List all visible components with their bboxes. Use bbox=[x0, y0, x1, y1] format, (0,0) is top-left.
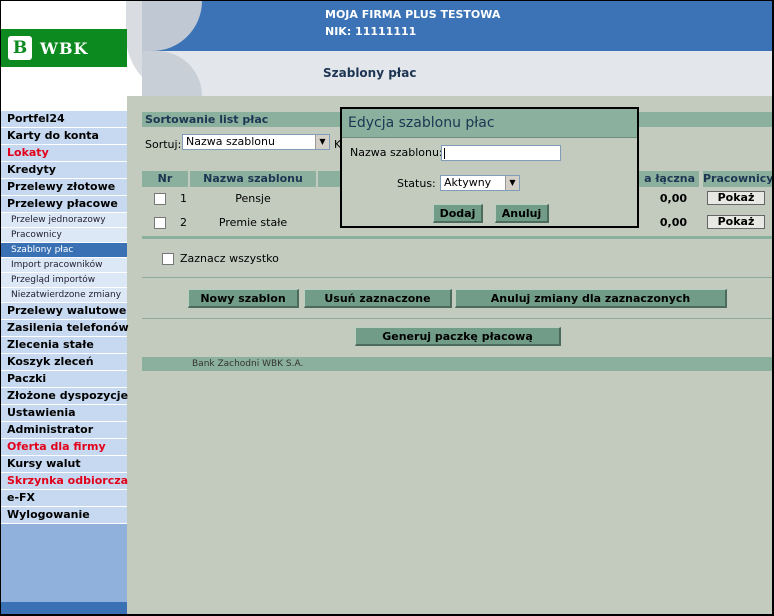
sidebar: Portfel24 Karty do konta Lokaty Kredyty … bbox=[1, 96, 129, 614]
cancel-changes-button[interactable]: Anuluj zmiany dla zaznaczonych bbox=[455, 289, 727, 308]
sidebar-subitem-import-pracownikow[interactable]: Import pracowników bbox=[1, 258, 127, 273]
sidebar-item-portfel24[interactable]: Portfel24 bbox=[1, 111, 127, 128]
sidebar-item-przelewy-placowe[interactable]: Przelewy płacowe bbox=[1, 196, 127, 213]
row-amount: 0,00 bbox=[659, 216, 687, 229]
sidebar-item-oferta-dla-firmy[interactable]: Oferta dla firmy bbox=[1, 439, 127, 456]
sidebar-subitem-niezatwierdzone-zmiany[interactable]: Niezatwierdzone zmiany bbox=[1, 288, 127, 303]
bank-logo[interactable]: B WBK bbox=[1, 29, 127, 67]
delete-selected-button[interactable]: Usuń zaznaczone bbox=[304, 289, 452, 308]
row-template-name: Premie stałe bbox=[218, 216, 288, 229]
row-amount: 0,00 bbox=[659, 192, 687, 205]
column-header-employees: Pracownicy bbox=[703, 171, 772, 187]
sidebar-spacer bbox=[1, 96, 127, 111]
dialog-title: Edycja szablonu płac bbox=[342, 109, 637, 138]
divider bbox=[142, 318, 772, 319]
header-subbar: Szablony płac bbox=[142, 51, 772, 96]
divider bbox=[142, 236, 772, 239]
row-nr: 2 bbox=[180, 216, 187, 229]
column-header-amount: a łączna bbox=[639, 171, 699, 187]
new-template-button[interactable]: Nowy szablon bbox=[188, 289, 299, 308]
sidebar-item-paczki[interactable]: Paczki bbox=[1, 371, 127, 388]
add-button[interactable]: Dodaj bbox=[433, 204, 483, 223]
divider bbox=[142, 277, 772, 278]
chevron-down-icon[interactable]: ▼ bbox=[505, 176, 519, 190]
sidebar-item-ustawienia[interactable]: Ustawienia bbox=[1, 405, 127, 422]
sidebar-item-wylogowanie[interactable]: Wylogowanie bbox=[1, 507, 127, 524]
sidebar-item-kursy-walut[interactable]: Kursy walut bbox=[1, 456, 127, 473]
show-employees-button[interactable]: Pokaż bbox=[707, 215, 765, 229]
row-nr: 1 bbox=[180, 192, 187, 205]
cancel-button[interactable]: Anuluj bbox=[495, 204, 549, 223]
template-name-input[interactable] bbox=[441, 145, 561, 161]
column-header-nr: Nr bbox=[142, 171, 188, 187]
text-caret bbox=[444, 148, 445, 159]
select-all-label: Zaznacz wszystko bbox=[180, 252, 279, 265]
row-checkbox[interactable] bbox=[154, 217, 166, 229]
status-select[interactable]: Aktywny ▼ bbox=[440, 175, 520, 191]
sidebar-item-administrator[interactable]: Administrator bbox=[1, 422, 127, 439]
sidebar-item-skrzynka-odbiorcza[interactable]: Skrzynka odbiorcza bbox=[1, 473, 128, 490]
sidebar-item-lokaty[interactable]: Lokaty bbox=[1, 145, 127, 162]
sidebar-item-efx[interactable]: e-FX bbox=[1, 490, 127, 507]
company-name: MOJA FIRMA PLUS TESTOWA bbox=[325, 8, 501, 21]
sidebar-item-karty[interactable]: Karty do konta bbox=[1, 128, 127, 145]
sidebar-item-przelewy-zlotowe[interactable]: Przelewy złotowe bbox=[1, 179, 127, 196]
header-bar: MOJA FIRMA PLUS TESTOWA NIK: 11111111 ? bbox=[142, 1, 772, 51]
sidebar-item-zlecenia-stale[interactable]: Zlecenia stałe bbox=[1, 337, 127, 354]
browser-frame: B WBK MOJA FIRMA PLUS TESTOWA NIK: 11111… bbox=[1, 1, 772, 614]
sidebar-subitem-pracownicy[interactable]: Pracownicy bbox=[1, 228, 127, 243]
row-checkbox[interactable] bbox=[154, 193, 166, 205]
header-arc bbox=[142, 1, 202, 51]
sidebar-item-przelewy-walutowe[interactable]: Przelewy walutowe bbox=[1, 303, 127, 320]
logo-mark-icon: B bbox=[8, 36, 32, 60]
company-nik: NIK: 11111111 bbox=[325, 25, 417, 38]
select-all-checkbox[interactable] bbox=[162, 253, 174, 265]
template-name-label: Nazwa szablonu: bbox=[350, 146, 443, 159]
logo-text: WBK bbox=[40, 38, 89, 58]
status-select-value: Aktywny bbox=[444, 176, 492, 189]
sort-select-value: Nazwa szablonu bbox=[186, 135, 275, 148]
sidebar-item-kredyty[interactable]: Kredyty bbox=[1, 162, 127, 179]
chevron-down-icon[interactable]: ▼ bbox=[315, 135, 329, 149]
generate-package-button[interactable]: Generuj paczkę płacową bbox=[355, 327, 561, 346]
sidebar-subitem-przelew-jednorazowy[interactable]: Przelew jednorazowy bbox=[1, 213, 127, 228]
header-arc-lower bbox=[142, 51, 202, 96]
page-title: Szablony płac bbox=[323, 66, 417, 80]
row-template-name: Pensje bbox=[235, 192, 271, 205]
edit-template-dialog: Edycja szablonu płac Nazwa szablonu: Sta… bbox=[340, 107, 639, 228]
sort-select[interactable]: Nazwa szablonu ▼ bbox=[182, 134, 330, 150]
status-label: Status: bbox=[397, 177, 436, 190]
sort-label: Sortuj: bbox=[145, 138, 182, 151]
sidebar-item-zlozone-dyspozycje[interactable]: Złożone dyspozycje bbox=[1, 388, 128, 405]
header-left: B WBK bbox=[1, 1, 206, 96]
show-employees-button[interactable]: Pokaż bbox=[707, 191, 765, 205]
sidebar-subitem-szablony-plac[interactable]: Szablony płac bbox=[1, 243, 127, 258]
sidebar-subitem-przeglad-importow[interactable]: Przegląd importów bbox=[1, 273, 127, 288]
sidebar-footer bbox=[1, 602, 127, 614]
column-header-name: Nazwa szablonu bbox=[190, 171, 316, 187]
footer: Bank Zachodni WBK S.A. bbox=[142, 357, 772, 371]
sidebar-item-zasilenia-telefonow[interactable]: Zasilenia telefonów bbox=[1, 320, 129, 337]
sidebar-item-koszyk-zlecen[interactable]: Koszyk zleceń bbox=[1, 354, 127, 371]
